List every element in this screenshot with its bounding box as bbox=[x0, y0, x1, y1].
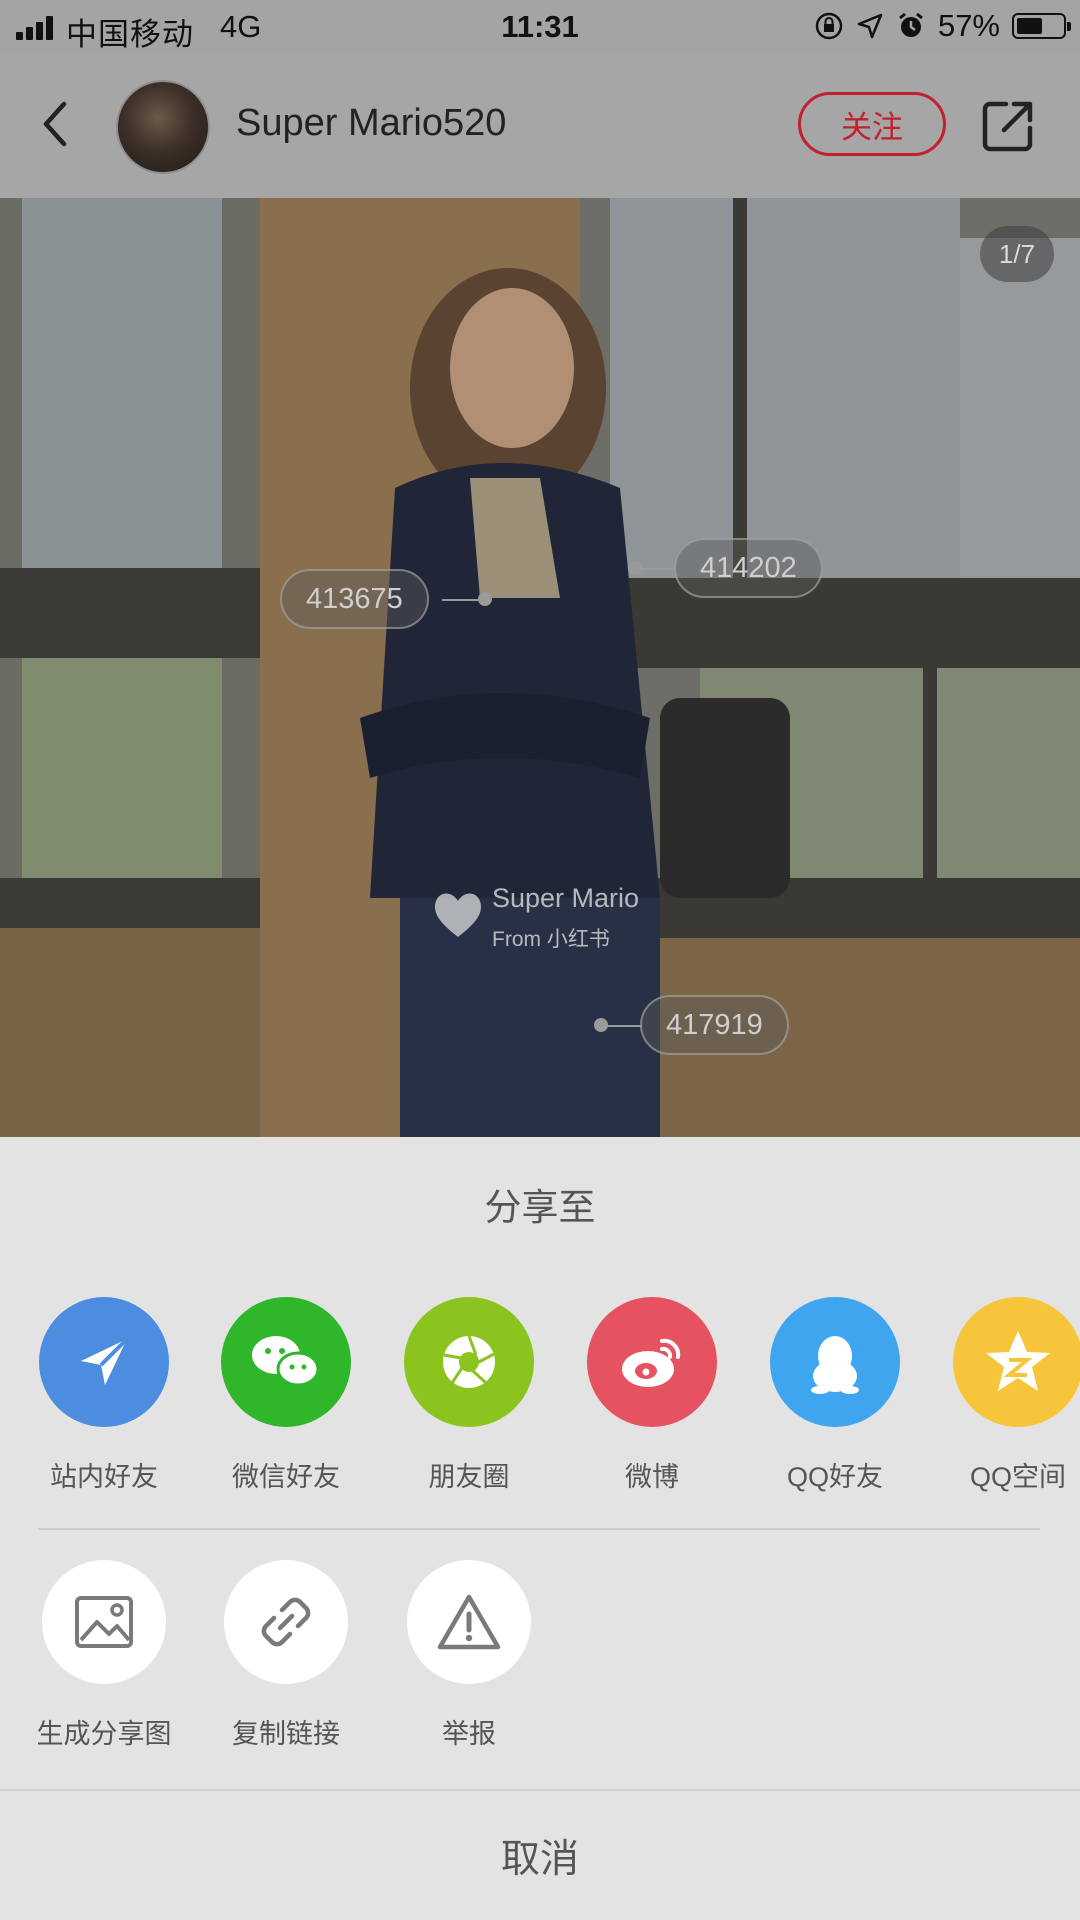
battery-percent: 57% bbox=[937, 8, 1000, 43]
author-name[interactable]: Super Mario520 bbox=[236, 102, 506, 145]
cancel-button[interactable]: 取消 bbox=[0, 1791, 1080, 1920]
share-sheet-divider bbox=[38, 1528, 1040, 1530]
product-tag[interactable]: 417919 bbox=[640, 995, 789, 1055]
share-target-moments[interactable]: 朋友圈 bbox=[384, 1297, 554, 1494]
share-target-label: 微博 bbox=[625, 1462, 679, 1492]
share-target-label: QQ空间 bbox=[969, 1462, 1066, 1492]
wechat-icon bbox=[221, 1297, 351, 1427]
share-target-qzone[interactable]: QQ空间 bbox=[933, 1297, 1080, 1494]
share-sheet: 分享至 站内好友 微信好友 朋友圈 微博 QQ好友 QQ空间 生成分享图 复制链… bbox=[0, 1137, 1080, 1920]
heart-logo-icon bbox=[434, 893, 482, 945]
warning-icon bbox=[407, 1560, 531, 1684]
avatar[interactable] bbox=[116, 80, 210, 174]
share-target-label: 朋友圈 bbox=[428, 1462, 510, 1492]
location-icon bbox=[857, 13, 883, 39]
moments-shutter-icon bbox=[404, 1297, 534, 1427]
alarm-icon bbox=[899, 12, 923, 37]
share-target-label: 微信好友 bbox=[232, 1462, 340, 1492]
tag-dot bbox=[594, 1018, 608, 1032]
watermark-name: Super Mario bbox=[492, 883, 640, 913]
battery-icon bbox=[1012, 13, 1071, 39]
back-button[interactable] bbox=[30, 94, 80, 154]
link-icon bbox=[224, 1560, 348, 1684]
note-photo[interactable]: 1/7 413675 414202 417919 Super Mario Fro… bbox=[0, 198, 1080, 1137]
action-report[interactable]: 举报 bbox=[384, 1560, 554, 1751]
watermark-source: From 小红书 bbox=[492, 928, 610, 951]
note-header: Super Mario520 关注 bbox=[0, 54, 1080, 198]
rotation-lock-icon bbox=[815, 12, 843, 40]
share-target-wechat[interactable]: 微信好友 bbox=[201, 1297, 371, 1494]
follow-button[interactable]: 关注 bbox=[798, 92, 946, 156]
qzone-star-icon bbox=[953, 1297, 1080, 1427]
action-label: 生成分享图 bbox=[36, 1719, 172, 1749]
paper-plane-icon bbox=[39, 1297, 169, 1427]
image-icon bbox=[42, 1560, 166, 1684]
tag-dot bbox=[478, 592, 492, 606]
tag-dot bbox=[628, 561, 642, 575]
product-tag[interactable]: 413675 bbox=[280, 569, 429, 629]
action-generate-share-image[interactable]: 生成分享图 bbox=[19, 1560, 189, 1751]
status-bar: 中国移动 4G 11:31 57% bbox=[0, 0, 1080, 54]
share-target-label: QQ好友 bbox=[786, 1462, 883, 1492]
share-target-qq[interactable]: QQ好友 bbox=[750, 1297, 920, 1494]
action-label: 举报 bbox=[442, 1719, 496, 1749]
screen: 中国移动 4G 11:31 57% Super Mario520 关注 1/7 … bbox=[0, 0, 1080, 1920]
action-label: 复制链接 bbox=[232, 1719, 340, 1749]
share-target-weibo[interactable]: 微博 bbox=[567, 1297, 737, 1494]
share-sheet-title: 分享至 bbox=[484, 1187, 596, 1228]
product-tag[interactable]: 414202 bbox=[674, 538, 823, 598]
share-target-label: 站内好友 bbox=[50, 1462, 158, 1492]
photo-scene bbox=[0, 198, 1080, 1137]
weibo-icon bbox=[587, 1297, 717, 1427]
share-target-site-friends[interactable]: 站内好友 bbox=[19, 1297, 189, 1494]
page-indicator: 1/7 bbox=[980, 226, 1054, 282]
status-right: 57% bbox=[814, 8, 1071, 44]
qq-penguin-icon bbox=[770, 1297, 900, 1427]
action-copy-link[interactable]: 复制链接 bbox=[201, 1560, 371, 1751]
battery-fill bbox=[1017, 18, 1043, 34]
share-icon[interactable] bbox=[980, 98, 1036, 154]
